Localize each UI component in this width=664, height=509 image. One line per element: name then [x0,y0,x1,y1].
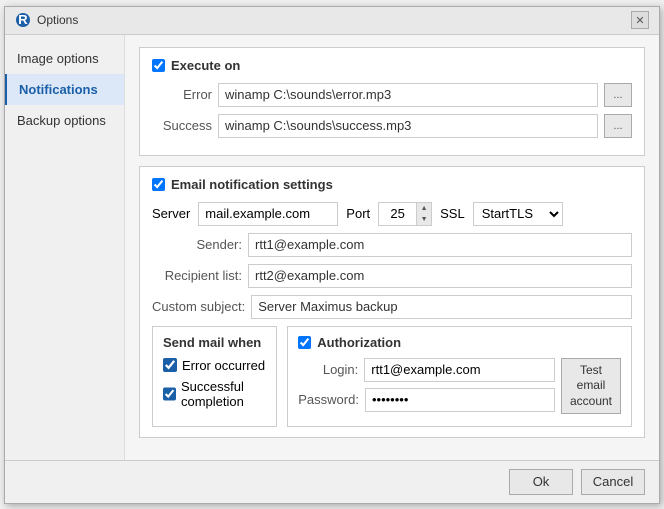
error-input[interactable] [218,83,598,107]
port-spin-up[interactable]: ▲ [417,203,431,214]
subject-label: Custom subject: [152,299,245,314]
sender-input[interactable] [248,233,632,257]
execute-on-checkbox[interactable] [152,59,165,72]
main-content: Execute on Error ... Success ... Email n… [125,35,659,460]
auth-header: Authorization [298,335,621,350]
ssl-select[interactable]: None SSL StartTLS [473,202,563,226]
auth-checkbox[interactable] [298,336,311,349]
error-label: Error [152,87,212,102]
login-label: Login: [298,362,358,377]
success-input[interactable] [218,114,598,138]
auth-fields: Login: Password: [298,358,555,418]
port-spinner: ▲ ▼ [416,202,432,226]
error-occurred-row: Error occurred [163,358,266,373]
send-mail-box: Send mail when Error occurred Successful… [152,326,277,427]
ok-button[interactable]: Ok [509,469,573,495]
error-row: Error ... [152,83,632,107]
sender-label: Sender: [152,237,242,252]
server-row: Server Port ▲ ▼ SSL None SSL Star [152,202,632,226]
sidebar-item-backup-options[interactable]: Backup options [5,105,124,136]
app-icon: R [15,12,31,28]
error-browse-button[interactable]: ... [604,83,632,107]
email-settings-header: Email notification settings [152,177,632,192]
error-occurred-label: Error occurred [182,358,265,373]
send-mail-header: Send mail when [163,335,266,350]
login-input[interactable] [364,358,555,382]
sender-row: Sender: [152,233,632,257]
password-input[interactable] [365,388,555,412]
port-spin-down[interactable]: ▼ [417,214,431,225]
sidebar-item-notifications[interactable]: Notifications [5,74,124,105]
svg-text:R: R [18,12,28,27]
execute-on-section: Execute on Error ... Success ... [139,47,645,156]
auth-box: Authorization Login: Password: [287,326,632,427]
recipient-input[interactable] [248,264,632,288]
email-settings-section: Email notification settings Server Port … [139,166,645,438]
email-settings-checkbox[interactable] [152,178,165,191]
ssl-label: SSL [440,206,465,221]
success-row: Success ... [152,114,632,138]
bottom-section: Send mail when Error occurred Successful… [152,326,632,427]
title-bar: R Options ✕ [5,7,659,35]
dialog-body: Image options Notifications Backup optio… [5,35,659,460]
cancel-button[interactable]: Cancel [581,469,645,495]
close-button[interactable]: ✕ [631,11,649,29]
test-email-button[interactable]: Test email account [561,358,621,415]
successful-completion-checkbox[interactable] [163,387,176,401]
recipient-row: Recipient list: [152,264,632,288]
password-row: Password: [298,388,555,412]
port-label: Port [346,206,370,221]
server-input[interactable] [198,202,338,226]
successful-completion-row: Successful completion [163,379,266,409]
port-wrapper: ▲ ▼ [378,202,432,226]
subject-row: Custom subject: [152,295,632,319]
execute-on-header: Execute on [152,58,632,73]
server-label: Server [152,206,190,221]
password-label: Password: [298,392,359,407]
login-row: Login: [298,358,555,382]
port-input[interactable] [378,202,416,226]
subject-input[interactable] [251,295,632,319]
error-occurred-checkbox[interactable] [163,358,177,372]
successful-completion-label: Successful completion [181,379,266,409]
options-dialog: R Options ✕ Image options Notifications … [4,6,660,504]
success-browse-button[interactable]: ... [604,114,632,138]
dialog-footer: Ok Cancel [5,460,659,503]
sidebar: Image options Notifications Backup optio… [5,35,125,460]
dialog-title: Options [37,13,78,27]
success-label: Success [152,118,212,133]
title-bar-left: R Options [15,12,78,28]
recipient-label: Recipient list: [152,268,242,283]
sidebar-item-image-options[interactable]: Image options [5,43,124,74]
